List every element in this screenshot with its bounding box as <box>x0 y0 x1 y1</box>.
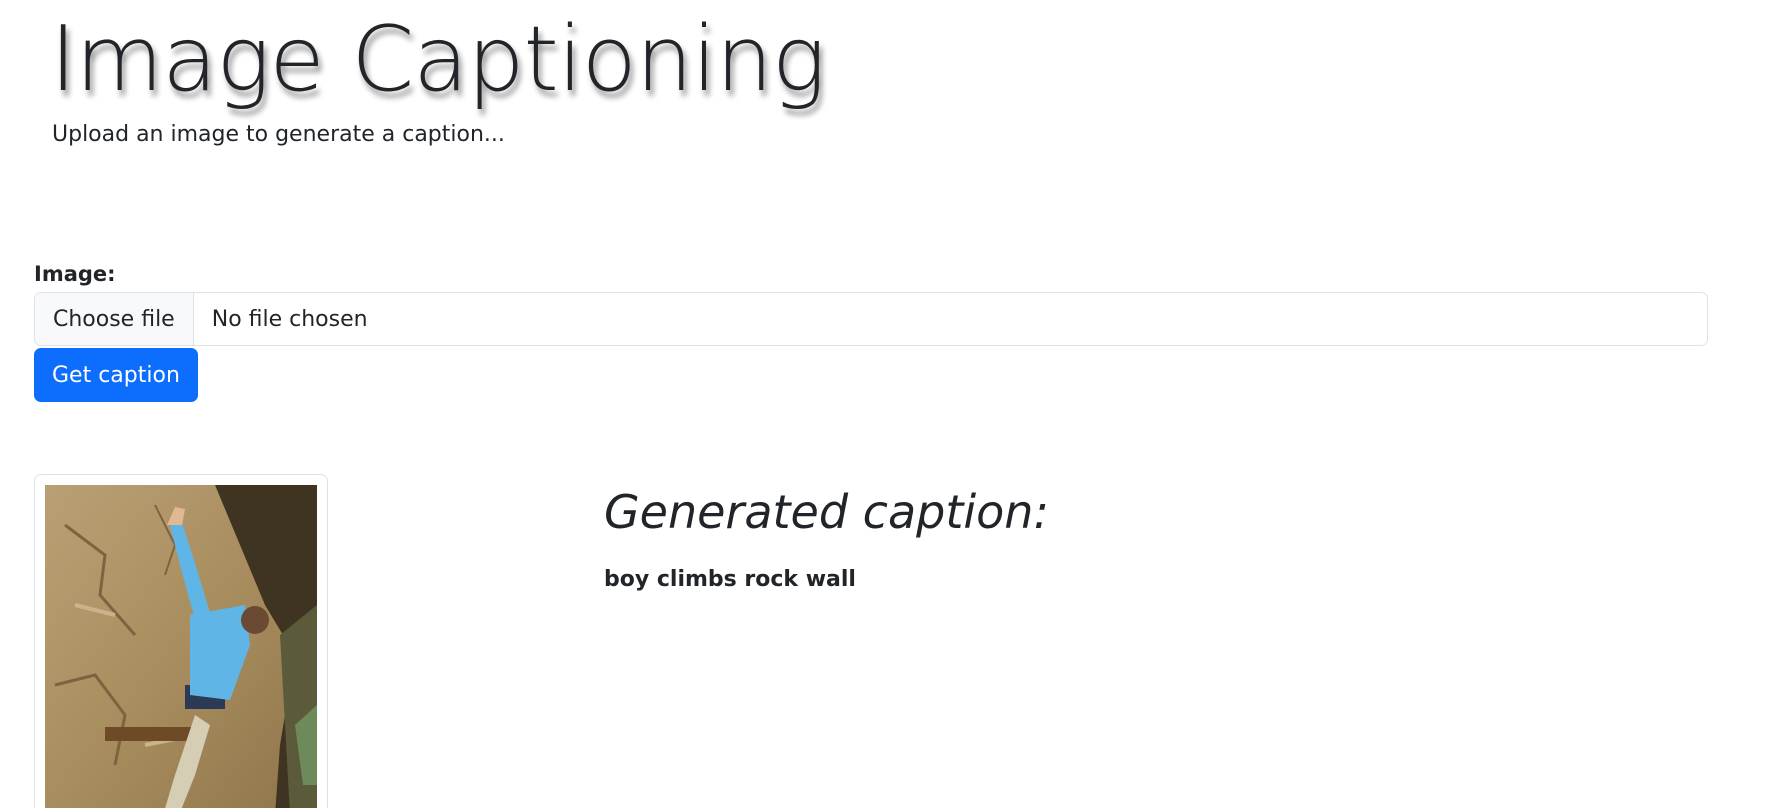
page: Image Captioning Upload an image to gene… <box>0 0 1767 808</box>
uploaded-image-card <box>34 474 328 808</box>
uploaded-image <box>45 485 317 808</box>
file-status-text: No file chosen <box>211 306 368 332</box>
upload-form: Image: Choose file No file chosen Get ca… <box>34 260 1710 402</box>
page-title: Image Captioning <box>50 7 826 112</box>
page-subtitle: Upload an image to generate a caption... <box>52 122 505 147</box>
generated-caption-heading: Generated caption: <box>604 485 1049 539</box>
header: Image Captioning Upload an image to gene… <box>50 0 826 148</box>
image-file-input[interactable]: Choose file No file chosen <box>34 292 1708 346</box>
choose-file-button[interactable]: Choose file <box>35 293 194 345</box>
image-field-label: Image: <box>34 262 116 286</box>
caption-result: Generated caption: boy climbs rock wall <box>604 480 1049 594</box>
get-caption-button[interactable]: Get caption <box>34 348 198 402</box>
generated-caption-text: boy climbs rock wall <box>604 567 856 592</box>
